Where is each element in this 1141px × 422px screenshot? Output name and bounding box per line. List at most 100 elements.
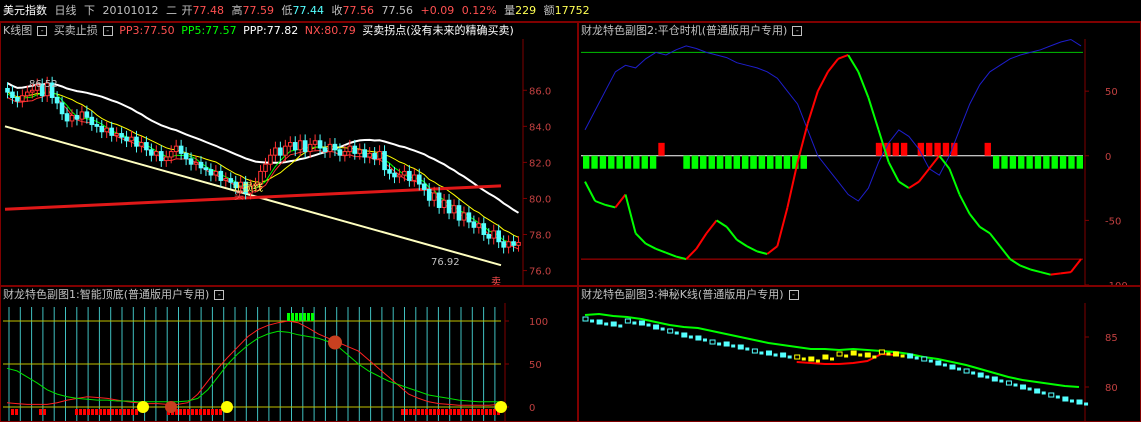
green-bar: [1059, 155, 1067, 169]
candle-body: [203, 167, 209, 171]
top-signal-bar: [295, 313, 298, 321]
candle-body: [347, 145, 353, 153]
candle-body: [392, 172, 397, 178]
candle-body: [228, 178, 234, 183]
signal-line-segment: [655, 247, 667, 254]
signal-line-segment: [847, 54, 860, 73]
bottom-signal-bar: [119, 409, 122, 415]
collapse-icon[interactable]: -: [214, 290, 225, 300]
green-bar: [758, 155, 766, 169]
sub-chart-3-panel[interactable]: 80 85 财龙特色副图3:神秘K线(普通版用户专用) -: [578, 286, 1141, 422]
mini-candle: [1027, 387, 1032, 391]
candle-body: [144, 142, 149, 151]
sub-chart-1[interactable]: 0 50 100: [1, 287, 578, 422]
kline-title[interactable]: K线图: [3, 24, 32, 37]
indicator-name[interactable]: 买卖止损: [54, 24, 98, 37]
main-kline-panel[interactable]: 76.0 78.0 80.0 82.0 84.0 86.0 86.52 76.92 止损线卖买 …: [0, 22, 578, 286]
candle-body: [59, 102, 65, 115]
candle-body: [5, 87, 10, 93]
mini-candle: [737, 344, 744, 350]
sub2-title-text[interactable]: 财龙特色副图2:平仓时机(普通版用户专用): [581, 24, 787, 37]
weekday-value: 二: [166, 4, 177, 17]
bottom-signal-bar: [481, 409, 484, 415]
mini-candle: [618, 324, 623, 328]
candle-body: [69, 115, 75, 122]
bottom-signal-bar: [115, 409, 118, 415]
bottom-signal-bar: [417, 409, 420, 415]
mini-candle: [681, 332, 688, 338]
sub1-title-text[interactable]: 财龙特色副图1:智能顶底(普通版用户专用): [3, 288, 209, 301]
green-bar: [1018, 155, 1025, 169]
mini-candle: [815, 359, 820, 363]
candle-body: [74, 115, 80, 120]
bottom-signal-bar: [401, 409, 404, 415]
sub3-title-text[interactable]: 财龙特色副图3:神秘K线(普通版用户专用): [581, 288, 784, 301]
candle-body: [312, 140, 318, 145]
candle-body: [352, 145, 358, 154]
candle-body: [193, 161, 199, 165]
candle-body: [322, 147, 328, 153]
smiley-icon: [495, 401, 507, 413]
mini-candle: [1020, 384, 1027, 390]
green-bar: [741, 155, 749, 169]
candle-body: [317, 140, 323, 149]
candle-body: [25, 91, 30, 97]
mini-candle: [773, 353, 778, 357]
bottom-signal-bar: [191, 409, 194, 415]
period-label[interactable]: 日线: [55, 4, 77, 17]
candle-body: [426, 188, 432, 201]
candle-body: [357, 149, 363, 154]
candle-body: [332, 143, 338, 151]
red-bar: [984, 142, 991, 156]
mini-candle: [582, 316, 589, 322]
kline-chart[interactable]: 76.078.080.082.084.086.086.5276.92止损线卖买: [1, 23, 578, 286]
signal-line-segment: [786, 162, 799, 208]
bottom-signal-bar: [103, 409, 106, 415]
mini-candle: [702, 338, 707, 342]
ppp-value: PPP:77.82: [243, 24, 299, 37]
mini-candle: [1076, 399, 1083, 405]
candle-body: [476, 223, 482, 228]
symbol-name[interactable]: 美元指数: [3, 4, 47, 17]
collapse-icon[interactable]: -: [37, 26, 48, 36]
signal-line-segment: [806, 90, 819, 124]
mini-candle: [1062, 396, 1069, 402]
bottom-signal-bar: [123, 409, 126, 415]
collapse-icon[interactable]: -: [788, 290, 799, 300]
green-bar: [733, 155, 740, 169]
collapse-icon[interactable]: -: [792, 26, 803, 36]
signal-line-segment: [898, 180, 910, 189]
sub-chart-1-panel[interactable]: 0 50 100 财龙特色副图1:智能顶底(普通版用户专用) -: [0, 286, 578, 422]
mini-candle: [935, 360, 942, 366]
mini-candle: [653, 324, 660, 330]
red-bar: [658, 142, 665, 156]
sub-chart-2-panel[interactable]: -100 -50 0 50 财龙特色副图2:平仓时机(普通版用户专用) -: [578, 22, 1141, 286]
mini-candle: [1069, 399, 1074, 403]
candle-body: [168, 151, 174, 158]
sub-chart-2[interactable]: -100-50050: [579, 23, 1141, 286]
mini-candle: [759, 351, 764, 355]
mini-candle: [878, 349, 885, 355]
open-value: 77.48: [192, 4, 225, 17]
sub-chart-3[interactable]: 80 85: [579, 287, 1141, 422]
mini-candle: [667, 328, 674, 334]
signal-line-segment: [1070, 258, 1082, 273]
green-bar: [1026, 155, 1033, 169]
candle-body: [486, 234, 492, 239]
candle-body: [114, 133, 119, 136]
collapse-icon[interactable]: -: [102, 26, 113, 36]
signal-line-segment: [928, 155, 941, 170]
extra-indicator[interactable]: 买卖拐点(没有未来的精确买卖): [362, 24, 514, 37]
sub1-title: 财龙特色副图1:智能顶底(普通版用户专用) -: [3, 288, 227, 302]
bottom-signal-bar: [75, 409, 78, 415]
signal-line-segment: [827, 58, 839, 73]
bottom-signal-bar: [461, 409, 464, 415]
mini-candle: [787, 355, 792, 359]
green-bar: [1068, 155, 1075, 169]
mini-candle: [836, 351, 843, 357]
bottom-signal-bar: [211, 409, 214, 415]
green-bar: [1009, 155, 1017, 169]
bottom-signal-bar: [131, 409, 134, 415]
mini-candle: [844, 354, 849, 358]
tick-label: 100: [529, 317, 548, 328]
